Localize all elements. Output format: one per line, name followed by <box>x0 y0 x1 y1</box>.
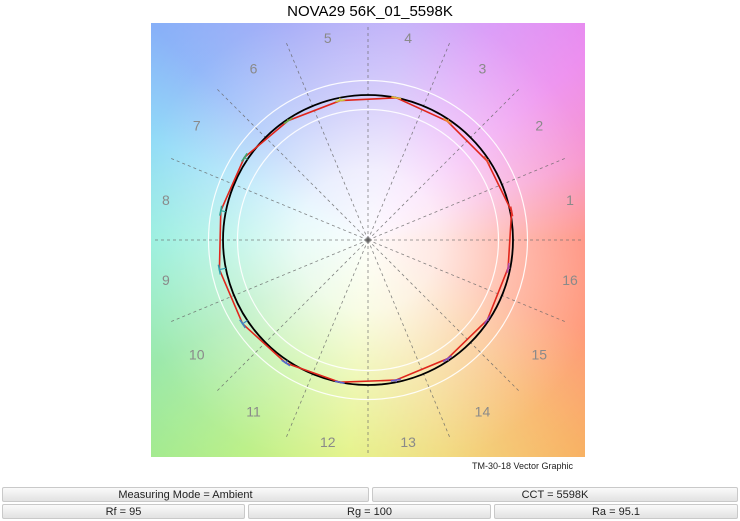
bin-boundary-4 <box>367 41 451 241</box>
vector-graphic-plot: 1 2 3 4 5 6 7 8 9 10 11 12 13 14 15 16 <box>151 23 585 457</box>
hue-bin-label: 6 <box>250 61 258 77</box>
bin-vector-7 <box>244 156 248 160</box>
hue-bin-label: 15 <box>531 346 547 362</box>
bin-vector-15 <box>487 319 489 322</box>
bin-boundary-15 <box>367 239 521 393</box>
hue-bin-label: 5 <box>324 30 332 46</box>
hue-bin-label: 4 <box>404 30 412 46</box>
chart-title: NOVA29 56K_01_5598K <box>287 3 453 20</box>
bin-boundary-6 <box>285 41 369 241</box>
bin-vector-10 <box>242 320 248 325</box>
hue-bin-label: 7 <box>193 118 201 134</box>
hue-bin-label: 8 <box>162 192 170 208</box>
hue-bin-label: 9 <box>162 272 170 288</box>
bin-boundary-10 <box>169 239 369 323</box>
bin-boundary-7 <box>215 87 369 241</box>
bin-boundary-2 <box>367 157 567 241</box>
bin-boundary-14 <box>367 239 451 439</box>
cct-value: CCT = 5598K <box>372 487 738 502</box>
bin-vector-9 <box>219 267 226 271</box>
bin-boundary-8 <box>169 157 369 241</box>
bin-vector-11 <box>285 360 288 364</box>
bin-boundary-16 <box>367 239 567 323</box>
ra-value: Ra = 95.1 <box>494 504 738 519</box>
hue-bin-label: 16 <box>562 272 578 288</box>
vector-graphic-svg: 123456789101112 13141516 <box>153 25 583 455</box>
bin-boundary-12 <box>285 239 369 439</box>
bin-boundary-3 <box>367 87 521 241</box>
hue-bin-label: 12 <box>320 434 336 450</box>
rf-value: Rf = 95 <box>2 504 245 519</box>
rg-value: Rg = 100 <box>248 504 491 519</box>
measuring-mode-value: Measuring Mode = Ambient <box>2 487 369 502</box>
bin-vector-6 <box>286 119 289 121</box>
hue-bin-label: 13 <box>400 434 416 450</box>
hue-bin-label: 11 <box>246 403 261 419</box>
chart-subtitle: TM-30-18 Vector Graphic <box>472 461 574 471</box>
hue-bin-label: 1 <box>566 192 574 208</box>
bin-vector-5 <box>339 97 341 101</box>
hue-bin-label: 2 <box>535 118 543 134</box>
hue-bin-label: 3 <box>479 61 487 77</box>
hue-bin-label: 14 <box>475 403 491 419</box>
hue-bin-label: 10 <box>189 346 205 362</box>
